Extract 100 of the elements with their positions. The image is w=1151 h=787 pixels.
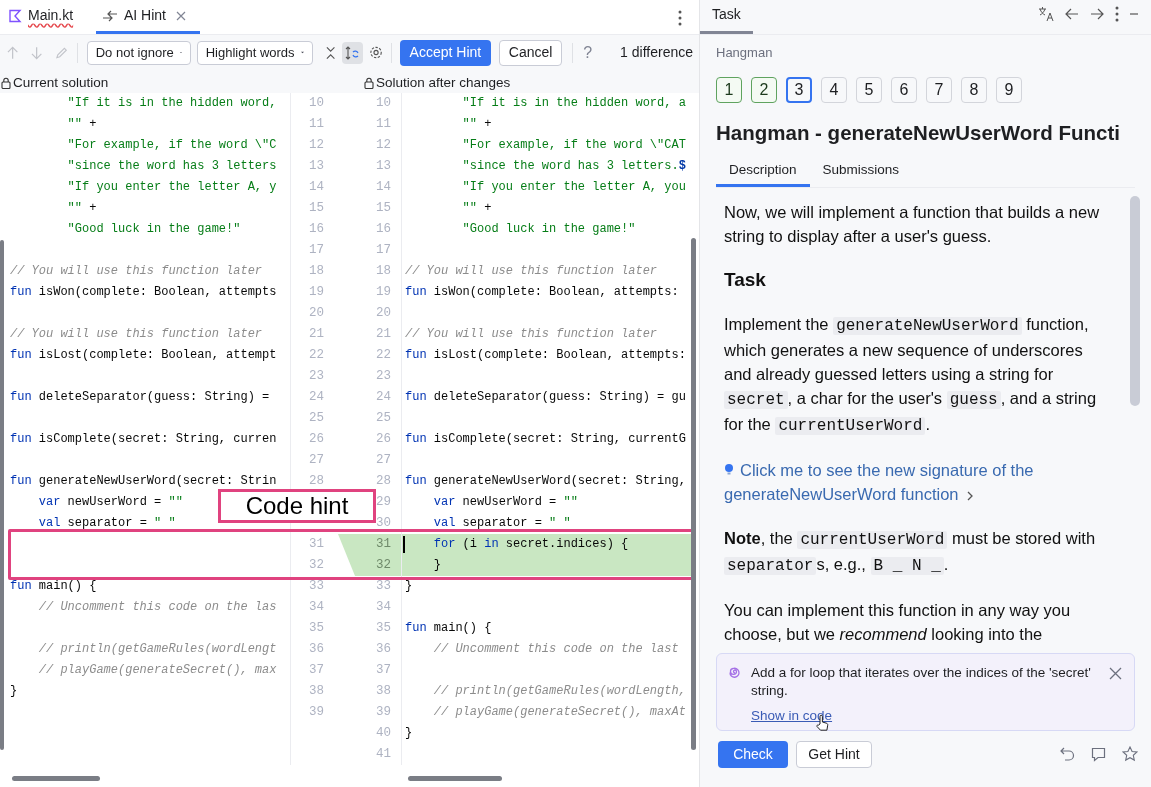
translate-icon[interactable] <box>1038 6 1054 22</box>
line-number: 20 <box>376 306 391 320</box>
step-button[interactable]: 2 <box>751 76 777 103</box>
content-tab[interactable]: Submissions <box>809 156 913 188</box>
get-hint-button[interactable]: Get Hint <box>796 740 872 768</box>
editor-tab[interactable]: Main.kt <box>2 0 94 34</box>
step-button[interactable]: 8 <box>961 76 987 103</box>
undo-icon[interactable] <box>1060 747 1075 762</box>
hint-link[interactable]: Click me to see the new signature of the generateNewUserWord function <box>724 458 1108 507</box>
task-title: Hangman - generateNewUserWord Functi <box>716 119 1121 146</box>
code-line: } <box>432 558 441 572</box>
line-number: 18 <box>376 264 391 278</box>
line-number: 25 <box>309 411 324 425</box>
collapse-icon[interactable] <box>324 45 336 60</box>
panel-tab[interactable]: Task <box>700 0 753 34</box>
line-number: 38 <box>376 684 391 698</box>
line-number: 38 <box>309 684 324 698</box>
code-line: fun isLost(complete: Boolean, attempt <box>10 348 277 362</box>
lightbulb-icon <box>724 463 734 478</box>
sync-scroll-toggle[interactable] <box>342 41 363 64</box>
code-line: // Uncomment this code on the las <box>37 600 277 614</box>
code-line: "For example, if the word \"C <box>66 138 277 152</box>
paragraph: Now, we will implement a function that builds a new string to display after a user's guess. <box>724 202 1101 248</box>
line-number: 24 <box>309 390 324 404</box>
breadcrumb[interactable]: Hangman <box>716 43 1151 63</box>
more-icon[interactable] <box>1115 6 1119 22</box>
comment-icon[interactable] <box>1091 746 1106 762</box>
step-button[interactable]: 4 <box>821 76 847 103</box>
code-line: fun isComplete(secret: String, curren <box>10 432 277 446</box>
line-number: 36 <box>309 642 324 656</box>
line-number: 10 <box>376 96 391 110</box>
scrollbar-thumb[interactable] <box>0 240 4 750</box>
line-number: 27 <box>376 453 391 467</box>
line-number: 15 <box>376 201 391 215</box>
line-number: 32 <box>376 558 391 572</box>
code-line: } <box>405 726 413 740</box>
scrollbar-thumb[interactable] <box>12 776 100 781</box>
ai-spiral-icon <box>728 666 742 681</box>
star-icon[interactable] <box>1122 746 1138 763</box>
code-line: // You will use this function later <box>10 327 263 341</box>
code-line: val separator = " " <box>432 516 571 530</box>
code-line: "" + <box>461 117 492 131</box>
line-number: 40 <box>376 726 391 740</box>
paragraph: Implement the generateNewUserWord function, which generates a new sequence of underscores and already guessed letters using a string for secret , a char for the user's guess , and a string for the currentUserWord . <box>724 314 1098 438</box>
line-number: 31 <box>309 537 324 551</box>
code-line: var newUserWord = "" <box>37 495 183 509</box>
annotation-label: Code hint <box>218 489 376 523</box>
step-button[interactable]: 6 <box>891 76 917 103</box>
code-line: for (i in secret.indices) { <box>432 537 629 551</box>
line-number: 12 <box>376 138 391 152</box>
scrollbar-thumb[interactable] <box>1130 196 1140 407</box>
code-line: "If you enter the letter A, you <box>461 180 686 194</box>
line-number: 23 <box>309 369 324 383</box>
line-number: 10 <box>309 96 324 110</box>
code-line: // println(getGameRules(wordLength, <box>432 684 686 698</box>
check-button[interactable]: Check <box>718 740 788 768</box>
line-number: 13 <box>376 159 391 173</box>
more-icon[interactable] <box>678 10 682 26</box>
back-arrow-icon[interactable] <box>1065 8 1079 20</box>
step-button[interactable]: 5 <box>856 76 882 103</box>
line-number: 16 <box>309 222 324 236</box>
settings-icon[interactable] <box>368 45 383 60</box>
content-tab[interactable]: Description <box>716 156 810 188</box>
hint-text: Add a for loop that iterates over the indices of the 'secret' string. <box>751 664 1092 701</box>
pane-title: Solution after changes <box>376 74 511 92</box>
line-number: 35 <box>376 621 391 635</box>
close-icon[interactable] <box>1109 667 1122 681</box>
paragraph: You can implement this function in any way you choose, but we recommend looking into the <box>724 600 1072 646</box>
accept-hint-button[interactable]: Accept Hint <box>399 39 492 66</box>
help-button[interactable]: ? <box>583 40 593 65</box>
code-line: "If it is in the hidden word, a <box>461 96 686 110</box>
sync-scroll-icon <box>345 45 360 60</box>
code-line: var newUserWord = "" <box>432 495 578 509</box>
code-line: // You will use this function later <box>405 264 658 278</box>
step-button[interactable]: 9 <box>996 76 1022 103</box>
scrollbar-thumb[interactable] <box>691 238 696 750</box>
close-icon[interactable] <box>176 10 186 21</box>
step-button[interactable]: 1 <box>716 76 742 103</box>
code-line: "Good luck in the game!" <box>66 222 241 236</box>
code-line: fun deleteSeparator(guess: String) = <box>10 390 270 404</box>
step-button[interactable]: 3 <box>786 76 812 103</box>
line-number: 14 <box>376 180 391 194</box>
cancel-button[interactable]: Cancel <box>499 39 563 66</box>
scrollbar-thumb[interactable] <box>408 776 502 781</box>
line-number: 17 <box>376 243 391 257</box>
highlight-dropdown[interactable]: Highlight words <box>196 40 313 65</box>
show-in-code-link[interactable]: Show in code <box>751 707 833 726</box>
forward-arrow-icon[interactable] <box>1090 8 1104 20</box>
code-line: "" + <box>66 201 97 215</box>
code-line: } <box>10 684 18 698</box>
code-line: fun isWon(complete: Boolean, attempts <box>10 285 277 299</box>
line-number: 13 <box>309 159 324 173</box>
line-number: 23 <box>376 369 391 383</box>
step-button[interactable]: 7 <box>926 76 952 103</box>
line-number: 37 <box>376 663 391 677</box>
pane-title: Current solution <box>13 74 109 92</box>
code-line: // You will use this function later <box>405 327 658 341</box>
ignore-dropdown[interactable]: Do not ignore <box>86 40 191 65</box>
line-number: 27 <box>309 453 324 467</box>
line-number: 34 <box>309 600 324 614</box>
